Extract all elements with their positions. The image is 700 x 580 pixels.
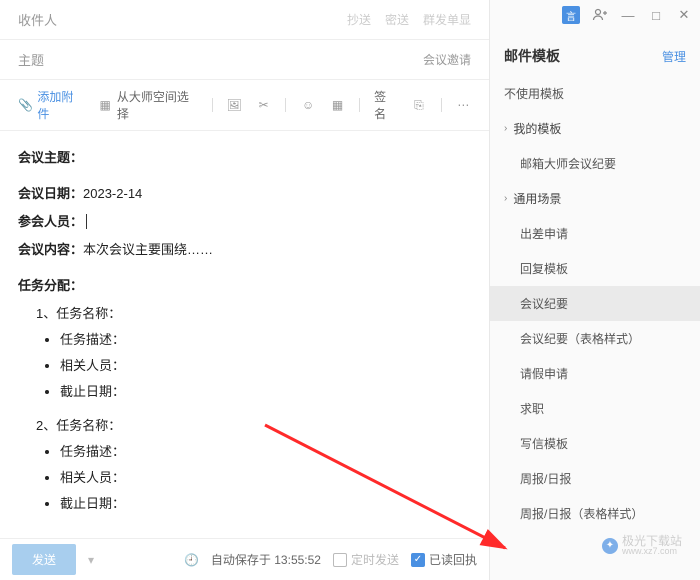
history-icon[interactable]: 🕘 bbox=[184, 553, 199, 567]
maximize-icon[interactable]: □ bbox=[648, 7, 664, 23]
task-alloc-label: 任务分配： bbox=[18, 278, 83, 293]
manage-link[interactable]: 管理 bbox=[662, 48, 686, 65]
checkbox-unchecked-icon bbox=[333, 553, 347, 567]
template-item[interactable]: 会议纪要（表格样式） bbox=[490, 321, 700, 356]
template-item[interactable]: 回复模板 bbox=[490, 251, 700, 286]
emoji-icon[interactable]: ☺ bbox=[300, 97, 315, 113]
contact-icon[interactable] bbox=[592, 7, 608, 23]
bcc-link[interactable]: 密送 bbox=[385, 11, 409, 28]
scheduled-send-toggle[interactable]: 定时发送 bbox=[333, 551, 399, 568]
template-item[interactable]: 请假申请 bbox=[490, 356, 700, 391]
template-item[interactable]: 求职 bbox=[490, 391, 700, 426]
signature-button[interactable]: 签名 bbox=[374, 88, 397, 122]
close-icon[interactable]: ✕ bbox=[676, 7, 692, 23]
table-icon[interactable]: ▦ bbox=[330, 97, 345, 113]
chevron-down-icon: › bbox=[504, 193, 507, 204]
attach-button[interactable]: 📎 添加附件 bbox=[18, 88, 83, 122]
from-master-space-button[interactable]: ▦ 从大师空间选择 bbox=[97, 88, 197, 122]
task2-people: 相关人员： bbox=[60, 465, 471, 491]
format-icon[interactable]: ⎘ bbox=[411, 97, 426, 113]
mass-send-link[interactable]: 群发单显 bbox=[423, 11, 471, 28]
read-receipt-toggle[interactable]: ✓ 已读回执 bbox=[411, 551, 477, 568]
meeting-date-value: 2023-2-14 bbox=[83, 186, 142, 201]
meeting-content-value: 本次会议主要围绕…… bbox=[83, 242, 213, 257]
recipient-label[interactable]: 收件人 bbox=[18, 10, 57, 29]
attendees-label: 参会人员： bbox=[18, 214, 83, 229]
minimize-icon[interactable]: — bbox=[620, 7, 636, 23]
template-item[interactable]: 邮箱大师会议纪要 bbox=[490, 146, 700, 181]
task1-title: 1、任务名称： bbox=[36, 301, 471, 327]
app-icon[interactable]: 言 bbox=[562, 6, 580, 24]
template-item[interactable]: 写信模板 bbox=[490, 426, 700, 461]
task1-deadline: 截止日期： bbox=[60, 379, 471, 405]
autosave-text: 自动保存于 13:55:52 bbox=[211, 551, 321, 568]
checkbox-checked-icon: ✓ bbox=[411, 553, 425, 567]
email-body[interactable]: 会议主题： 会议日期：2023-2-14 参会人员： 会议内容：本次会议主要围绕… bbox=[0, 131, 489, 538]
text-cursor bbox=[86, 214, 87, 229]
chevron-down-icon: › bbox=[504, 123, 507, 134]
cloud-icon: ▦ bbox=[97, 97, 112, 113]
send-button[interactable]: 发送 bbox=[12, 544, 76, 575]
template-item[interactable]: 周报/日报 bbox=[490, 461, 700, 496]
more-icon[interactable]: ⋯ bbox=[456, 97, 471, 113]
no-template-item[interactable]: 不使用模板 bbox=[490, 76, 700, 111]
image-icon[interactable]: 🖼 bbox=[227, 97, 242, 113]
common-scenes-cat[interactable]: › 通用场景 bbox=[490, 181, 700, 216]
dropdown-icon[interactable]: ▾ bbox=[88, 553, 94, 567]
screenshot-icon[interactable]: ✂ bbox=[256, 97, 271, 113]
subject-label[interactable]: 主题 bbox=[18, 50, 44, 69]
template-item[interactable]: 周报/日报（表格样式） bbox=[490, 496, 700, 531]
task1-desc: 任务描述： bbox=[60, 327, 471, 353]
meeting-content-label: 会议内容： bbox=[18, 242, 83, 257]
meeting-date-label: 会议日期： bbox=[18, 186, 83, 201]
template-item-active[interactable]: 会议纪要 bbox=[490, 286, 700, 321]
meeting-topic-label: 会议主题： bbox=[18, 150, 83, 165]
task2-title: 2、任务名称： bbox=[36, 413, 471, 439]
template-panel-title: 邮件模板 bbox=[504, 46, 560, 66]
task2-desc: 任务描述： bbox=[60, 439, 471, 465]
template-item[interactable]: 出差申请 bbox=[490, 216, 700, 251]
cc-link[interactable]: 抄送 bbox=[347, 11, 371, 28]
task2-deadline: 截止日期： bbox=[60, 491, 471, 517]
meeting-invite-link[interactable]: 会议邀请 bbox=[423, 51, 471, 68]
paperclip-icon: 📎 bbox=[18, 97, 33, 113]
task1-people: 相关人员： bbox=[60, 353, 471, 379]
my-templates-cat[interactable]: › 我的模板 bbox=[490, 111, 700, 146]
